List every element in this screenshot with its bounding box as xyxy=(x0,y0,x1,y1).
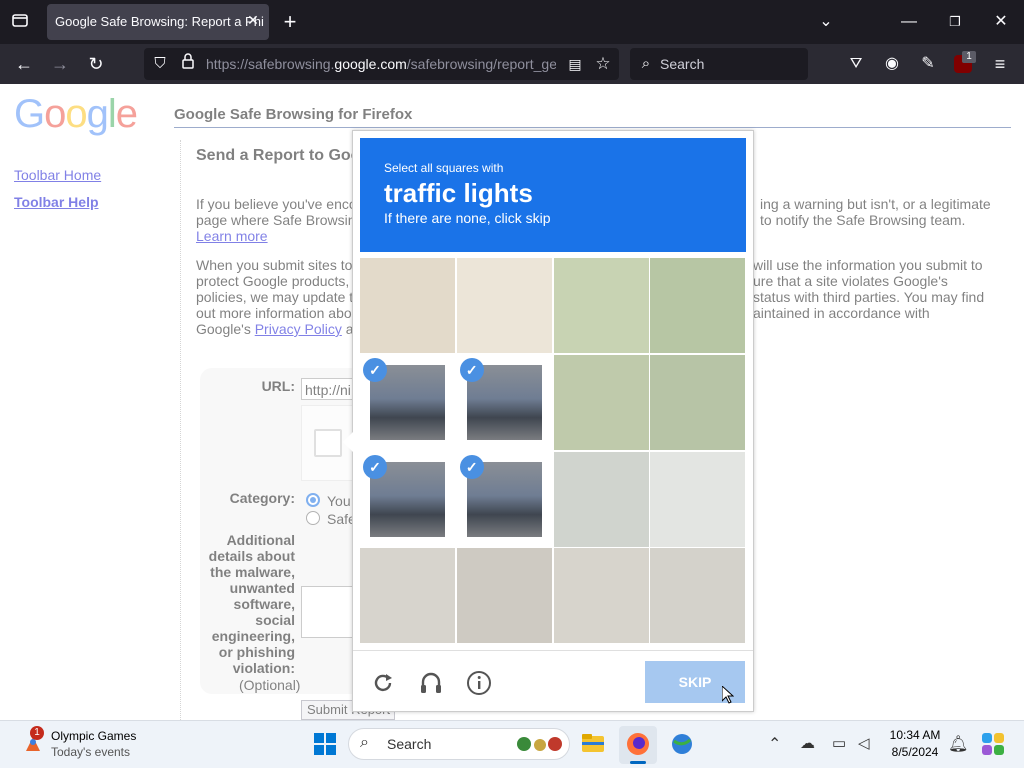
captcha-tile[interactable] xyxy=(650,548,746,644)
search-icon: ⌕ xyxy=(641,55,651,72)
captcha-tile[interactable]: ✓ xyxy=(360,354,455,450)
tile-selected-check-icon: ✓ xyxy=(459,454,484,479)
reload-challenge-icon[interactable] xyxy=(370,670,396,696)
captcha-tile[interactable] xyxy=(553,354,649,450)
captcha-tile[interactable] xyxy=(650,451,746,547)
close-tab-icon[interactable]: ✕ xyxy=(244,11,262,29)
volume-icon[interactable]: ◁ xyxy=(858,734,870,752)
window-close-icon[interactable]: ✕ xyxy=(989,10,1013,34)
tray-chevron-icon[interactable]: ⌃ xyxy=(768,734,781,754)
menu-icon[interactable]: ≡ xyxy=(988,52,1012,76)
globe-app-icon[interactable] xyxy=(669,731,695,757)
bookmark-star-icon[interactable]: ☆ xyxy=(591,52,615,76)
captcha-tile[interactable]: ✓ xyxy=(456,451,552,547)
copilot-icon[interactable] xyxy=(980,731,1006,757)
account-icon[interactable]: ◉ xyxy=(880,52,904,76)
file-explorer-icon[interactable] xyxy=(580,730,606,756)
captcha-hint: If there are none, click skip xyxy=(384,210,551,226)
reader-view-icon[interactable]: ▤ xyxy=(563,52,587,76)
taskbar-search-icon: ⌕ xyxy=(360,734,369,751)
tab-title: Google Safe Browsing: Report a Phi xyxy=(55,14,264,29)
captcha-header: Select all squares with traffic lights I… xyxy=(360,138,746,252)
captcha-tile[interactable] xyxy=(650,354,746,450)
tile-selected-check-icon: ✓ xyxy=(363,357,387,382)
url-domain: google.com xyxy=(334,56,407,72)
url-text[interactable]: https://safebrowsing.google.com/safebrow… xyxy=(206,56,556,72)
network-icon[interactable]: ▭ xyxy=(832,734,846,752)
tile-selected-check-icon: ✓ xyxy=(363,454,387,479)
start-icon[interactable] xyxy=(313,732,337,756)
captcha-tile[interactable] xyxy=(456,548,552,644)
weather-subtitle: Today's events xyxy=(51,745,131,759)
pocket-icon[interactable]: ⛛ xyxy=(844,52,868,76)
lock-icon[interactable] xyxy=(176,52,200,76)
forward-icon[interactable]: → xyxy=(48,52,72,76)
clock-date[interactable]: 8/5/2024 xyxy=(880,745,950,759)
extension-badge: 1 xyxy=(962,51,976,63)
reload-icon[interactable]: ↻ xyxy=(84,52,108,76)
captcha-target: traffic lights xyxy=(384,178,533,208)
onedrive-icon[interactable]: ☁ xyxy=(800,734,815,752)
audio-challenge-icon[interactable] xyxy=(418,670,444,696)
clock-time[interactable]: 10:34 AM xyxy=(880,728,950,742)
active-tab[interactable]: Google Safe Browsing: Report a Phi xyxy=(47,4,269,40)
firefox-icon[interactable] xyxy=(625,731,651,757)
extensions-icon[interactable]: ✎ xyxy=(916,52,940,76)
weather-title[interactable]: Olympic Games xyxy=(51,729,136,743)
search-placeholder: Search xyxy=(660,56,705,72)
captcha-tile[interactable] xyxy=(360,548,455,644)
captcha-tile[interactable] xyxy=(650,258,746,353)
captcha-footer-divider xyxy=(353,650,753,651)
shield-icon[interactable]: ⛉ xyxy=(148,52,172,76)
info-icon[interactable] xyxy=(466,670,492,696)
back-icon[interactable]: ← xyxy=(12,52,36,76)
captcha-tile[interactable] xyxy=(553,548,649,644)
new-tab-icon[interactable]: + xyxy=(278,10,302,34)
url-prefix: https://safebrowsing. xyxy=(206,56,335,72)
captcha-tile[interactable]: ✓ xyxy=(456,354,552,450)
captcha-instruction: Select all squares with xyxy=(384,161,504,175)
weather-badge: 1 xyxy=(30,726,44,740)
captcha-tile[interactable] xyxy=(360,258,455,353)
captcha-tile[interactable] xyxy=(553,451,649,547)
captcha-pointer xyxy=(343,432,353,452)
tab-list-icon[interactable] xyxy=(8,10,32,34)
captcha-tile[interactable] xyxy=(456,258,552,353)
chevron-down-icon[interactable]: ⌄ xyxy=(814,10,838,34)
taskbar-search-label: Search xyxy=(387,736,432,752)
tile-selected-check-icon: ✓ xyxy=(459,357,484,382)
search-highlight-icon xyxy=(516,735,564,753)
captcha-tile[interactable] xyxy=(553,258,649,353)
restore-icon[interactable]: ❐ xyxy=(943,10,967,34)
url-suffix: /safebrowsing/report_ge xyxy=(406,56,556,72)
firefox-active-indicator xyxy=(630,761,646,764)
captcha-tile[interactable]: ✓ xyxy=(360,451,455,547)
mouse-cursor xyxy=(721,684,735,704)
minimize-icon[interactable]: — xyxy=(897,10,921,34)
notification-bell-icon[interactable]: 🔔︎ xyxy=(948,734,968,754)
